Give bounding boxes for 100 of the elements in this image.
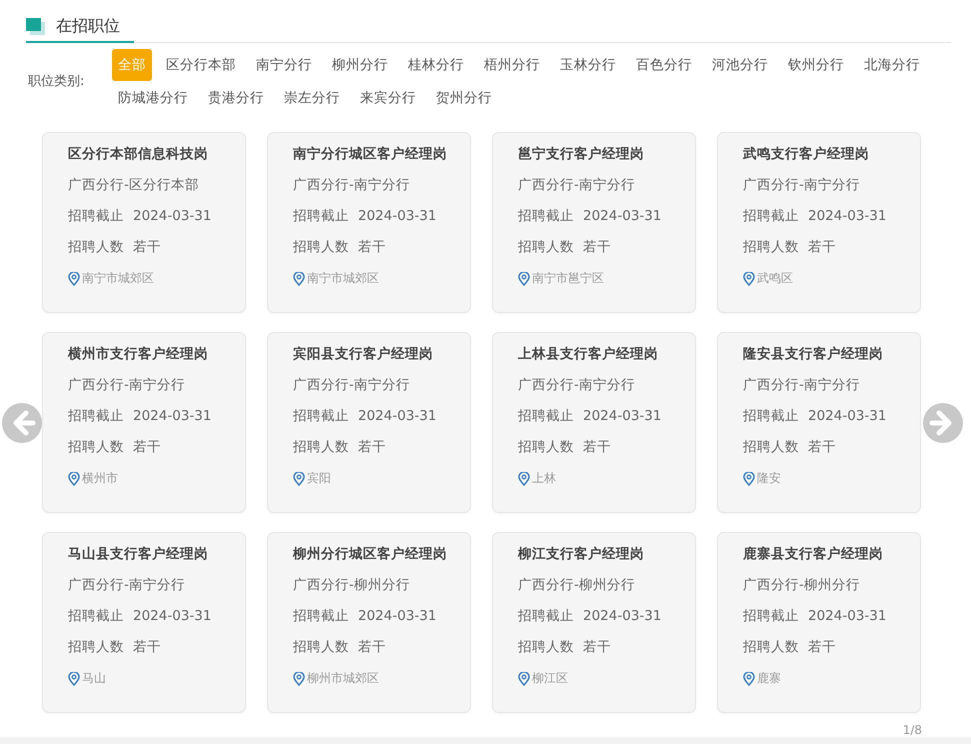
page-indicator: 1/8 [902,723,922,737]
location-icon [743,672,755,686]
location-icon [518,472,530,486]
job-location: 柳江区 [532,670,568,687]
category-tab[interactable]: 区分行本部 [160,49,242,81]
deadline-label: 招聘截止 [743,607,799,626]
job-org: 广西分行-柳州分行 [518,576,635,595]
location-icon [743,272,755,286]
category-tab[interactable]: 河池分行 [706,49,774,81]
deadline-date: 2024-03-31 [133,407,212,426]
count-label: 招聘人数 [743,438,799,457]
deadline-label: 招聘截止 [68,407,124,426]
count-value: 若干 [583,438,611,457]
category-tab[interactable]: 玉林分行 [554,49,622,81]
category-tab[interactable]: 贵港分行 [202,82,270,114]
count-value: 若干 [358,238,386,257]
job-location: 武鸣区 [757,270,793,287]
category-tab[interactable]: 柳州分行 [326,49,394,81]
job-org: 广西分行-柳州分行 [743,576,860,595]
job-org: 广西分行-南宁分行 [743,176,860,195]
category-tab[interactable]: 梧州分行 [478,49,546,81]
count-value: 若干 [808,438,836,457]
count-label: 招聘人数 [518,438,574,457]
job-location: 隆安 [757,470,781,487]
job-card[interactable]: 横州市支行客户经理岗 广西分行-南宁分行 招聘截止 2024-03-31 招聘人数 若干 横州市 [42,332,246,513]
count-value: 若干 [583,238,611,257]
category-tab[interactable]: 来宾分行 [354,82,422,114]
deadline-date: 2024-03-31 [808,607,886,626]
category-tab[interactable]: 南宁分行 [250,49,318,81]
section-title: 在招职位 [56,16,120,37]
job-location: 南宁市城郊区 [82,270,154,287]
filter-label: 职位类别: [28,73,86,90]
count-label: 招聘人数 [743,638,799,657]
job-org: 广西分行-南宁分行 [293,376,410,395]
job-org: 广西分行-南宁分行 [293,176,410,195]
count-label: 招聘人数 [68,238,124,257]
deadline-label: 招聘截止 [518,407,574,426]
job-location: 宾阳 [307,470,331,487]
count-value: 若干 [358,438,386,457]
deadline-date: 2024-03-31 [583,407,662,426]
job-org: 广西分行-南宁分行 [68,376,185,395]
job-card[interactable]: 柳江支行客户经理岗 广西分行-柳州分行 招聘截止 2024-03-31 招聘人数 若干 柳江区 [492,532,696,713]
count-value: 若干 [808,638,836,657]
category-tab[interactable]: 防城港分行 [112,82,194,114]
job-card[interactable]: 宾阳县支行客户经理岗 广西分行-南宁分行 招聘截止 2024-03-31 招聘人数 若干 宾阳 [267,332,471,513]
deadline-label: 招聘截止 [68,207,124,226]
job-card[interactable]: 上林县支行客户经理岗 广西分行-南宁分行 招聘截止 2024-03-31 招聘人数 若干 上林 [492,332,696,513]
category-tab[interactable]: 贺州分行 [430,82,498,114]
deadline-date: 2024-03-31 [808,207,886,226]
job-org: 广西分行-南宁分行 [68,576,185,595]
deadline-label: 招聘截止 [293,207,349,226]
deadline-label: 招聘截止 [68,607,124,626]
job-location: 马山 [82,670,106,687]
job-location: 横州市 [82,470,118,487]
job-title: 上林县支行客户经理岗 [518,346,658,362]
category-tab[interactable]: 崇左分行 [278,82,346,114]
job-location: 鹿寨 [757,670,781,687]
deadline-date: 2024-03-31 [583,207,662,226]
job-title: 马山县支行客户经理岗 [68,546,208,562]
deadline-date: 2024-03-31 [583,607,662,626]
job-card[interactable]: 武鸣支行客户经理岗 广西分行-南宁分行 招聘截止 2024-03-31 招聘人数 若干 武鸣区 [717,132,921,313]
deadline-label: 招聘截止 [293,607,349,626]
job-card[interactable]: 隆安县支行客户经理岗 广西分行-南宁分行 招聘截止 2024-03-31 招聘人数 若干 隆安 [717,332,921,513]
category-tab[interactable]: 北海分行 [858,49,926,81]
count-label: 招聘人数 [68,438,124,457]
job-card[interactable]: 鹿寨县支行客户经理岗 广西分行-柳州分行 招聘截止 2024-03-31 招聘人数 若干 鹿寨 [717,532,921,713]
job-location: 柳州市城郊区 [307,670,379,687]
job-card[interactable]: 区分行本部信息科技岗 广西分行-区分行本部 招聘截止 2024-03-31 招聘人数 若干 南宁市城郊区 [42,132,246,313]
job-card[interactable]: 马山县支行客户经理岗 广西分行-南宁分行 招聘截止 2024-03-31 招聘人数 若干 马山 [42,532,246,713]
job-card[interactable]: 柳州分行城区客户经理岗 广西分行-柳州分行 招聘截止 2024-03-31 招聘人数 若干 柳州市城郊区 [267,532,471,713]
count-value: 若干 [133,438,161,457]
count-label: 招聘人数 [68,638,124,657]
deadline-label: 招聘截止 [518,607,574,626]
job-title: 宾阳县支行客户经理岗 [293,346,433,362]
deadline-date: 2024-03-31 [358,407,436,426]
job-title: 南宁分行城区客户经理岗 [293,146,447,162]
job-location: 南宁市城郊区 [307,270,379,287]
deadline-date: 2024-03-31 [358,207,436,226]
deadline-date: 2024-03-31 [133,607,212,626]
category-tab[interactable]: 百色分行 [630,49,698,81]
deadline-date: 2024-03-31 [808,407,886,426]
count-value: 若干 [808,238,836,257]
deadline-date: 2024-03-31 [358,607,436,626]
job-title: 武鸣支行客户经理岗 [743,146,869,162]
deadline-label: 招聘截止 [743,207,799,226]
count-label: 招聘人数 [743,238,799,257]
section-icon [26,18,46,36]
job-title: 隆安县支行客户经理岗 [743,346,883,362]
count-value: 若干 [583,638,611,657]
job-location: 上林 [532,470,556,487]
job-location: 南宁市邕宁区 [532,270,604,287]
job-card[interactable]: 南宁分行城区客户经理岗 广西分行-南宁分行 招聘截止 2024-03-31 招聘人数 若干 南宁市城郊区 [267,132,471,313]
category-tab[interactable]: 桂林分行 [402,49,470,81]
location-icon [68,272,80,286]
job-title: 横州市支行客户经理岗 [68,346,208,362]
job-card[interactable]: 邕宁支行客户经理岗 广西分行-南宁分行 招聘截止 2024-03-31 招聘人数 若干 南宁市邕宁区 [492,132,696,313]
job-org: 广西分行-南宁分行 [743,376,860,395]
deadline-label: 招聘截止 [293,407,349,426]
category-tab[interactable]: 钦州分行 [782,49,850,81]
count-label: 招聘人数 [518,238,574,257]
